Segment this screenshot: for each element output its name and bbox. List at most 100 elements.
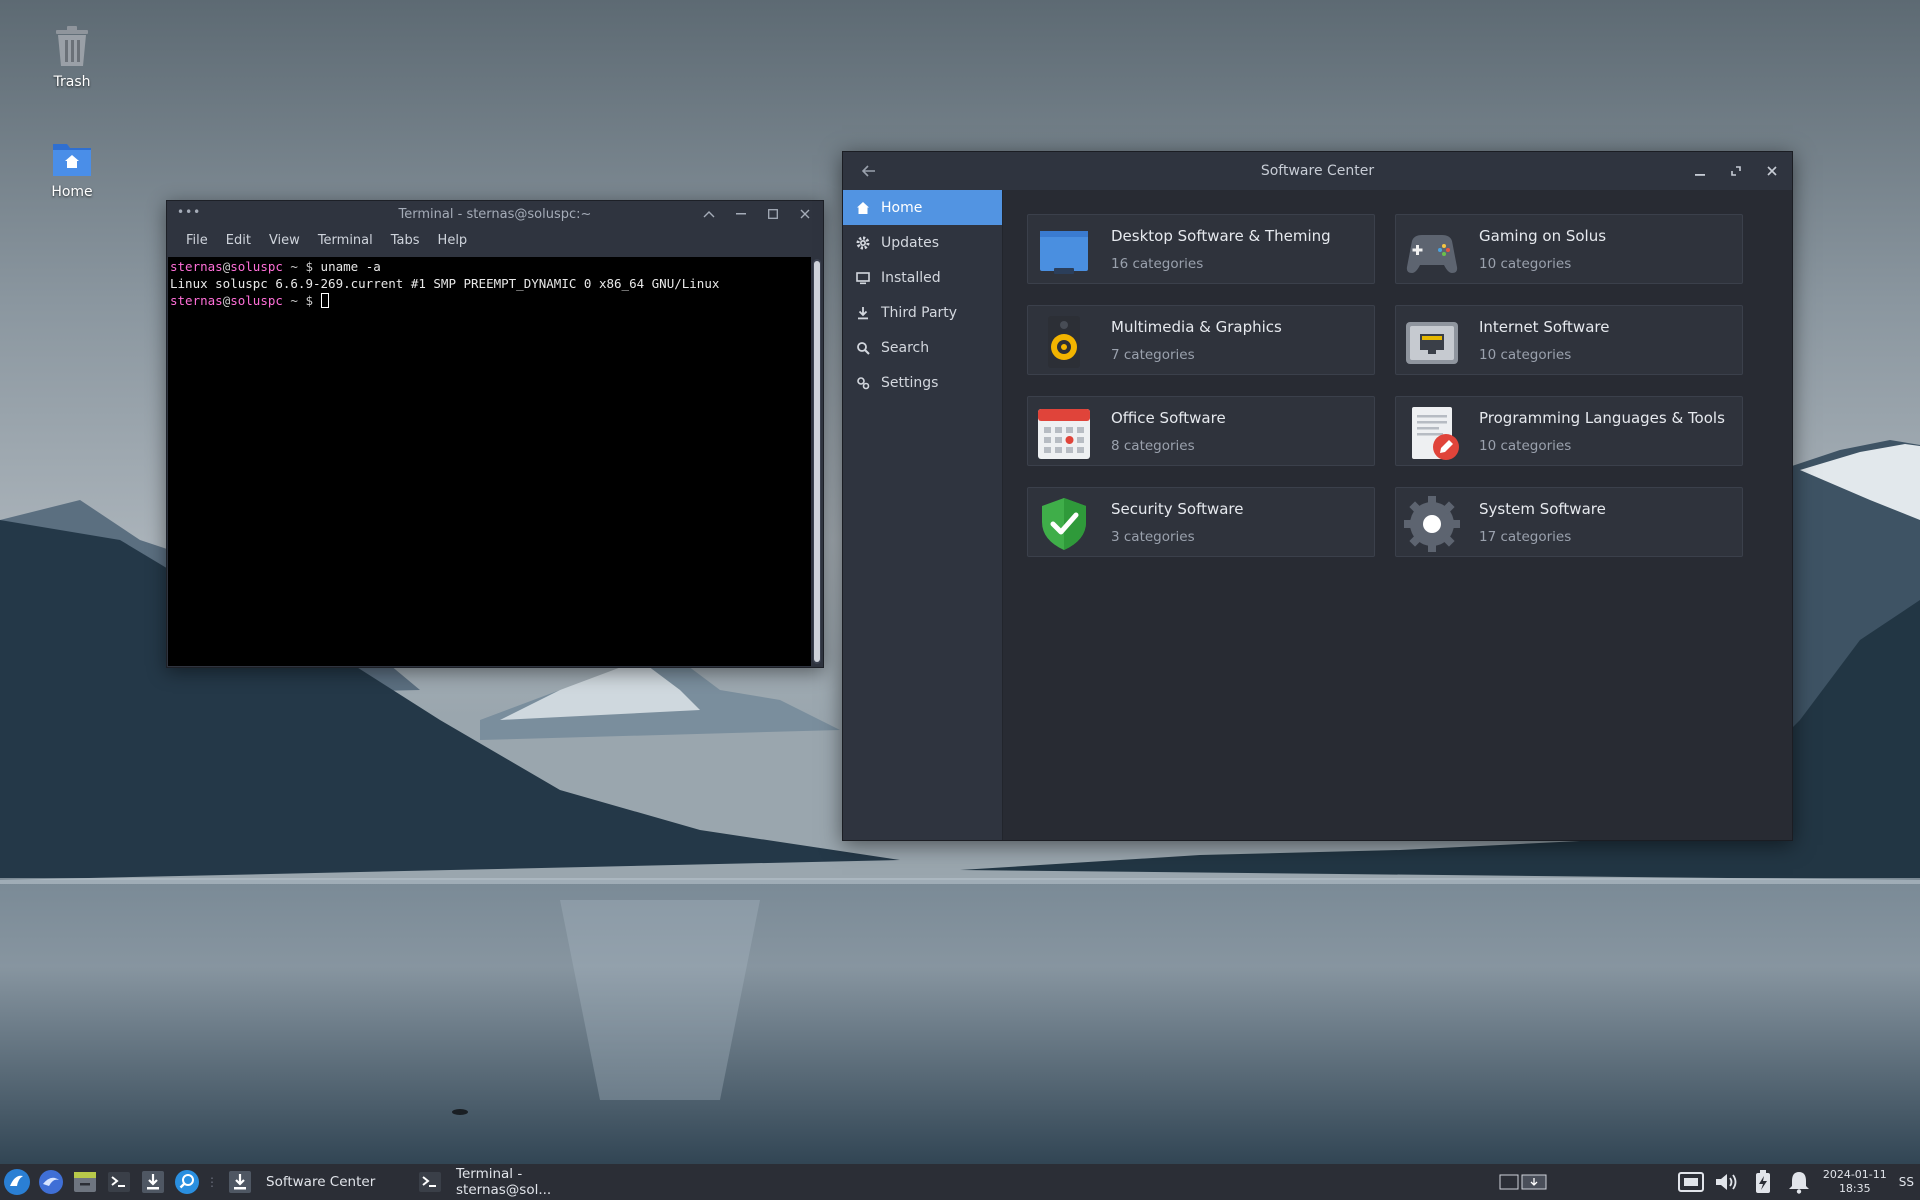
terminal-line: Linux soluspc 6.6.9-269.current #1 SMP P… [170, 276, 720, 291]
settings-icon [855, 375, 871, 391]
launcher-software-center[interactable] [136, 1165, 170, 1199]
category-count: 10 categories [1479, 438, 1572, 454]
launcher-search[interactable] [170, 1165, 204, 1199]
clock-date: 2024-01-11 [1822, 1168, 1887, 1181]
bell-icon [1788, 1172, 1809, 1194]
taskbar: ⋮ Software Center Terminal - sternas@sol… [0, 1164, 1920, 1200]
category-card-desktop[interactable]: Desktop Software & Theming 16 categories [1027, 214, 1375, 284]
menu-view[interactable]: View [260, 233, 309, 248]
category-card-office[interactable]: Office Software 8 categories [1027, 396, 1375, 466]
solus-logo-icon [4, 1169, 30, 1195]
terminal-screen[interactable]: sternas@soluspc ~ $ uname -a Linux solus… [168, 257, 811, 666]
sidebar-item-label: Search [881, 339, 930, 356]
software-center-icon [229, 1171, 251, 1193]
task-terminal[interactable]: Terminal - sternas@sol... [410, 1164, 610, 1200]
minimize-button[interactable] [1690, 161, 1710, 181]
terminal-menubar: File Edit View Terminal Tabs Help [167, 227, 823, 253]
category-grid: Desktop Software & Theming 16 categories… [1003, 190, 1792, 840]
terminal-window[interactable]: ••• Terminal - sternas@soluspc:~ File Ed… [166, 200, 824, 668]
home-folder-icon [53, 144, 91, 176]
volume-icon [1715, 1174, 1737, 1190]
desktop-icon-trash[interactable]: Trash [22, 24, 122, 90]
gamepad-icon [1406, 235, 1458, 273]
sidebar-item-third-party[interactable]: Third Party [843, 295, 1002, 330]
power-tray-icon[interactable] [1745, 1164, 1781, 1200]
category-title: Gaming on Solus [1479, 227, 1607, 245]
user-menu[interactable]: SS [1893, 1175, 1920, 1189]
software-center-sidebar: Home Updates Installed Third Party Searc… [843, 190, 1003, 840]
sidebar-item-settings[interactable]: Settings [843, 365, 1002, 400]
menu-edit[interactable]: Edit [217, 233, 260, 248]
menu-help[interactable]: Help [429, 233, 477, 248]
battery-charging-icon [1755, 1170, 1770, 1193]
desktop-icon-home[interactable]: Home [22, 138, 122, 200]
category-card-system[interactable]: System Software 17 categories [1395, 487, 1743, 557]
network-tray-icon[interactable] [1673, 1164, 1709, 1200]
sidebar-item-installed[interactable]: Installed [843, 260, 1002, 295]
category-count: 10 categories [1479, 347, 1572, 363]
maximize-button[interactable] [763, 204, 783, 224]
task-label: Terminal - sternas@sol... [456, 1166, 552, 1198]
software-center-window[interactable]: Software Center Home Updates Installed T… [842, 151, 1793, 841]
launcher-terminal[interactable] [102, 1165, 136, 1199]
menu-terminal[interactable]: Terminal [309, 233, 382, 248]
category-card-internet[interactable]: Internet Software 10 categories [1395, 305, 1743, 375]
sidebar-item-search[interactable]: Search [843, 330, 1002, 365]
app-menu-button[interactable] [0, 1165, 34, 1199]
menu-tabs[interactable]: Tabs [382, 233, 429, 248]
category-title: Office Software [1111, 409, 1226, 427]
calendar-icon [1038, 409, 1090, 459]
category-title: Desktop Software & Theming [1111, 227, 1331, 245]
desktop-icon-label: Trash [53, 74, 91, 90]
workspace-switcher[interactable] [1493, 1164, 1553, 1200]
category-count: 17 categories [1479, 529, 1572, 545]
file-manager-icon [74, 1172, 96, 1192]
sidebar-item-label: Third Party [881, 304, 958, 321]
network-wired-icon [1677, 1172, 1704, 1192]
category-card-gaming[interactable]: Gaming on Solus 10 categories [1395, 214, 1743, 284]
search-icon [855, 340, 871, 356]
window-menu-icon[interactable]: ••• [177, 205, 201, 219]
sidebar-item-updates[interactable]: Updates [843, 225, 1002, 260]
clock[interactable]: 2024-01-11 18:35 [1817, 1168, 1893, 1196]
terminal-scrollbar[interactable] [813, 259, 821, 664]
network-icon [1406, 322, 1458, 364]
back-button[interactable] [859, 161, 879, 181]
home-icon [855, 200, 871, 216]
terminal-icon [419, 1172, 441, 1192]
category-count: 16 categories [1111, 256, 1204, 272]
task-software-center[interactable]: Software Center [220, 1164, 410, 1200]
close-button[interactable] [795, 204, 815, 224]
clock-time: 18:35 [1838, 1182, 1871, 1195]
sidebar-item-home[interactable]: Home [843, 190, 1002, 225]
gear-icon [855, 235, 871, 251]
terminal-title: Terminal - sternas@soluspc:~ [398, 206, 592, 222]
launcher-files[interactable] [68, 1165, 102, 1199]
category-card-security[interactable]: Security Software 3 categories [1027, 487, 1375, 557]
software-center-icon [142, 1171, 164, 1193]
category-count: 7 categories [1111, 347, 1195, 363]
volume-tray-icon[interactable] [1709, 1164, 1745, 1200]
category-title: Multimedia & Graphics [1111, 318, 1282, 336]
category-card-multimedia[interactable]: Multimedia & Graphics 7 categories [1027, 305, 1375, 375]
roll-up-icon[interactable] [699, 204, 719, 224]
shield-icon [1042, 498, 1086, 550]
task-label: Software Center [266, 1174, 376, 1190]
category-title: Security Software [1111, 500, 1244, 518]
close-button[interactable] [1762, 161, 1782, 181]
restore-button[interactable] [1726, 161, 1746, 181]
software-center-titlebar[interactable]: Software Center [843, 152, 1792, 190]
desktop-icon [1040, 231, 1088, 274]
notifications-tray-icon[interactable] [1781, 1164, 1817, 1200]
taskbar-separator: ⋮ [206, 1175, 218, 1189]
category-card-programming[interactable]: Programming Languages & Tools 10 categor… [1395, 396, 1743, 466]
category-count: 8 categories [1111, 438, 1195, 454]
category-title: System Software [1479, 500, 1606, 518]
sidebar-item-label: Updates [881, 234, 939, 251]
download-icon [855, 305, 871, 321]
minimize-button[interactable] [731, 204, 751, 224]
terminal-icon [108, 1172, 130, 1192]
launcher-browser[interactable] [34, 1165, 68, 1199]
menu-file[interactable]: File [177, 233, 217, 248]
terminal-titlebar[interactable]: ••• Terminal - sternas@soluspc:~ [167, 201, 823, 227]
